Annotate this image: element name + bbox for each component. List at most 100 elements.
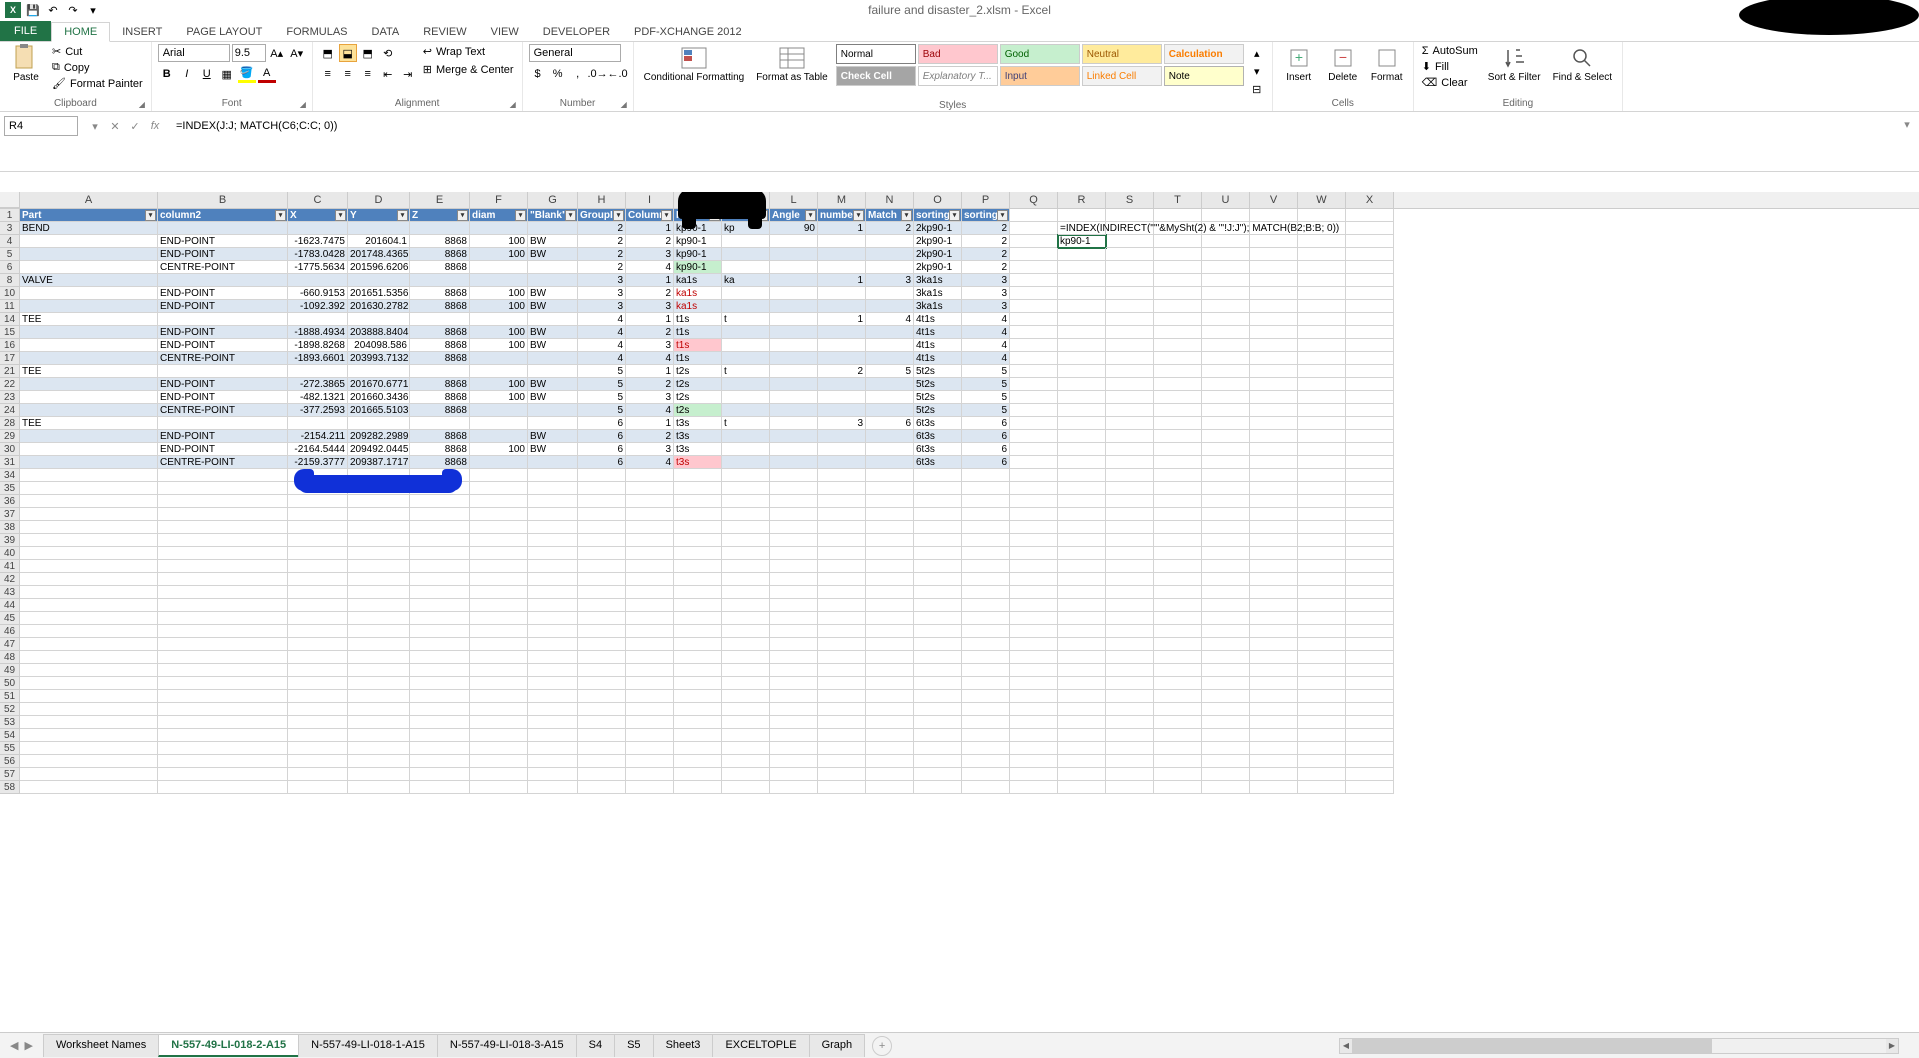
cell[interactable]	[1154, 352, 1202, 365]
cell[interactable]: t1s	[674, 326, 722, 339]
cell[interactable]	[470, 703, 528, 716]
cell[interactable]	[1202, 664, 1250, 677]
cell[interactable]	[1202, 313, 1250, 326]
row-header[interactable]: 37	[0, 508, 19, 521]
cell[interactable]	[626, 625, 674, 638]
tab-review[interactable]: REVIEW	[411, 23, 478, 41]
cell[interactable]	[528, 573, 578, 586]
cell[interactable]: 201630.2782	[348, 300, 410, 313]
cell[interactable]: 8868	[410, 352, 470, 365]
cell[interactable]	[914, 547, 962, 560]
cell[interactable]	[1154, 573, 1202, 586]
cell[interactable]	[1058, 352, 1106, 365]
cell[interactable]: t1s	[674, 339, 722, 352]
cell[interactable]	[288, 313, 348, 326]
cell[interactable]: 90	[770, 222, 818, 235]
cell[interactable]	[866, 677, 914, 690]
cell[interactable]	[1298, 508, 1346, 521]
cell[interactable]	[1250, 651, 1298, 664]
cell[interactable]	[818, 586, 866, 599]
cell[interactable]	[1154, 781, 1202, 794]
cell[interactable]	[288, 495, 348, 508]
cell[interactable]	[1058, 638, 1106, 651]
autosum-button[interactable]: ΣAutoSum	[1420, 44, 1480, 58]
cell[interactable]	[674, 469, 722, 482]
row-header[interactable]: 51	[0, 690, 19, 703]
cell[interactable]	[1058, 768, 1106, 781]
cell[interactable]	[470, 742, 528, 755]
cell[interactable]	[1346, 391, 1394, 404]
cell[interactable]	[528, 352, 578, 365]
cell[interactable]	[1154, 508, 1202, 521]
cell[interactable]	[20, 690, 158, 703]
cell[interactable]	[1298, 261, 1346, 274]
cell[interactable]	[770, 560, 818, 573]
cell[interactable]	[1106, 430, 1154, 443]
row-header[interactable]: 34	[0, 469, 19, 482]
cell[interactable]	[1202, 378, 1250, 391]
cell[interactable]	[1346, 625, 1394, 638]
align-left-icon[interactable]: ≡	[319, 65, 337, 83]
cell[interactable]	[866, 625, 914, 638]
cell[interactable]	[1202, 417, 1250, 430]
cell[interactable]: kp90-1	[674, 235, 722, 248]
cell[interactable]	[158, 599, 288, 612]
cell[interactable]: 8868	[410, 326, 470, 339]
cell[interactable]	[1346, 430, 1394, 443]
cell[interactable]	[1154, 378, 1202, 391]
cell[interactable]	[528, 703, 578, 716]
cell[interactable]: t1s	[674, 352, 722, 365]
cell[interactable]: 1	[818, 222, 866, 235]
cell[interactable]: 2	[626, 287, 674, 300]
table-header-cell[interactable]: GroupI▾	[578, 209, 626, 222]
cell[interactable]: 4	[866, 313, 914, 326]
cell[interactable]: t2s	[674, 365, 722, 378]
cell[interactable]	[1010, 261, 1058, 274]
cell[interactable]	[818, 378, 866, 391]
cell[interactable]	[1010, 560, 1058, 573]
cell[interactable]	[962, 729, 1010, 742]
sheet-tab[interactable]: S4	[576, 1034, 615, 1057]
cell[interactable]: 3	[626, 391, 674, 404]
cell[interactable]	[866, 443, 914, 456]
cell[interactable]: 2	[866, 222, 914, 235]
cell[interactable]	[1010, 495, 1058, 508]
cell[interactable]	[770, 495, 818, 508]
cell[interactable]: CENTRE-POINT	[158, 456, 288, 469]
cell[interactable]	[1202, 599, 1250, 612]
cell[interactable]: 201604.1	[348, 235, 410, 248]
cell[interactable]	[770, 742, 818, 755]
cell[interactable]	[1298, 430, 1346, 443]
cell[interactable]	[158, 417, 288, 430]
cell[interactable]	[722, 742, 770, 755]
cell[interactable]	[348, 703, 410, 716]
cell[interactable]	[158, 547, 288, 560]
filter-dropdown-icon[interactable]: ▾	[275, 210, 286, 221]
cell[interactable]: BW	[528, 326, 578, 339]
cell[interactable]	[288, 599, 348, 612]
cell[interactable]	[1010, 235, 1058, 248]
cell[interactable]	[1154, 638, 1202, 651]
cell[interactable]	[1346, 781, 1394, 794]
cell[interactable]	[288, 547, 348, 560]
cell[interactable]	[1154, 560, 1202, 573]
cell[interactable]	[158, 677, 288, 690]
cell[interactable]	[722, 443, 770, 456]
cell[interactable]	[1250, 612, 1298, 625]
cut-button[interactable]: ✂Cut	[50, 44, 145, 59]
cell[interactable]: 5t2s	[914, 365, 962, 378]
styles-scroll-up-icon[interactable]: ▴	[1248, 44, 1266, 62]
cell[interactable]	[962, 495, 1010, 508]
cell[interactable]	[1154, 417, 1202, 430]
cell[interactable]	[626, 781, 674, 794]
cell[interactable]	[818, 664, 866, 677]
cell[interactable]	[1106, 638, 1154, 651]
cell[interactable]	[770, 391, 818, 404]
cell[interactable]	[288, 365, 348, 378]
cell[interactable]	[674, 677, 722, 690]
cell[interactable]	[674, 716, 722, 729]
cell[interactable]	[528, 534, 578, 547]
scroll-thumb[interactable]	[1352, 1039, 1712, 1053]
cell[interactable]	[578, 781, 626, 794]
cell[interactable]	[288, 651, 348, 664]
